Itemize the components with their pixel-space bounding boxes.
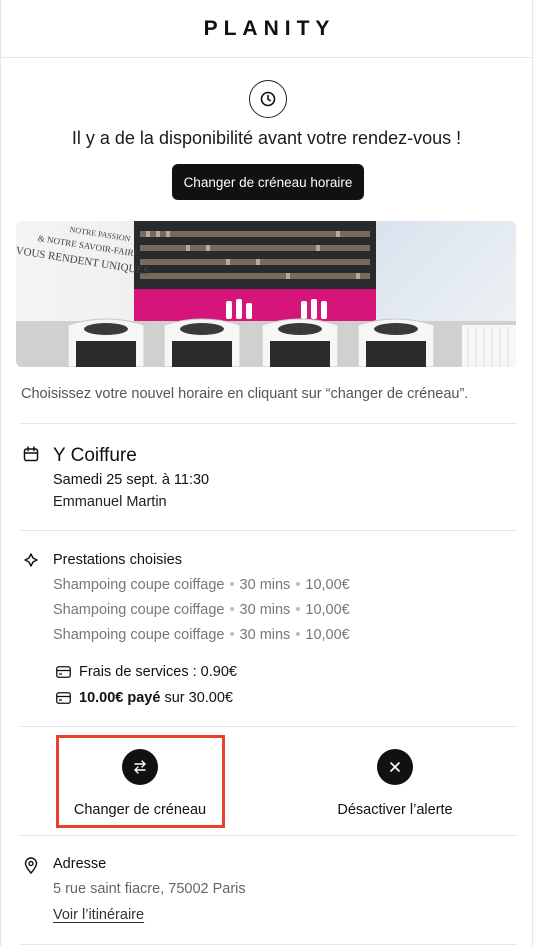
close-icon[interactable] — [377, 749, 413, 785]
directions-link[interactable]: Voir l’itinéraire — [53, 907, 144, 923]
credit-card-icon — [56, 692, 71, 704]
app-header: PLANITY — [0, 0, 533, 58]
service-row: Shampoing coupe coiffage • 30 mins • 10,00€ — [53, 627, 350, 643]
service-duration: 30 mins — [239, 602, 291, 618]
service-price: 10,00€ — [305, 627, 350, 643]
disable-alert-label[interactable]: Désactiver l’alerte — [337, 802, 452, 818]
map-pin-icon — [22, 856, 40, 874]
divider — [20, 944, 517, 945]
appointment-staff: Emmanuel Martin — [53, 494, 167, 510]
services-title: Prestations choisies — [53, 552, 182, 568]
service-row: Shampoing coupe coiffage • 30 mins • 10,00€ — [53, 602, 350, 618]
salon-photo: NOTRE PASSION & NOTRE SAVOIR-FAIRE VOUS … — [16, 221, 516, 367]
paid-total: sur 30.00€ — [164, 690, 233, 706]
paid-amount: 10.00€ payé — [79, 690, 161, 706]
disable-alert-action[interactable]: Désactiver l’alerte — [315, 749, 475, 818]
service-duration: 30 mins — [239, 627, 291, 643]
highlight-box — [56, 735, 225, 828]
change-slot-hint: Choisissez votre nouvel horaire en cliqu… — [21, 386, 469, 402]
service-name: Shampoing coupe coiffage — [53, 627, 225, 643]
service-price: 10,00€ — [305, 602, 350, 618]
availability-headline: Il y a de la disponibilité avant votre r… — [71, 128, 462, 148]
salon-name: Y Coiffure — [53, 445, 137, 466]
divider — [20, 726, 517, 727]
divider — [20, 530, 517, 531]
divider — [20, 835, 517, 836]
change-slot-button[interactable]: Changer de créneau horaire — [172, 164, 364, 200]
calendar-icon — [22, 445, 40, 463]
clock-icon — [249, 80, 287, 118]
service-duration: 30 mins — [239, 577, 291, 593]
appointment-date: Samedi 25 sept. à 11:30 — [53, 472, 210, 488]
service-fees: Frais de services : 0.90€ — [79, 664, 237, 680]
service-fees-row: Frais de services : 0.90€ — [56, 664, 237, 680]
brand-logo[interactable]: PLANITY — [198, 17, 336, 41]
sparkle-icon — [23, 552, 39, 568]
service-price: 10,00€ — [305, 577, 350, 593]
payment-row: 10.00€ payé sur 30.00€ — [56, 690, 233, 706]
credit-card-icon — [56, 666, 71, 678]
service-name: Shampoing coupe coiffage — [53, 577, 225, 593]
address-line: 5 rue saint fiacre, 75002 Paris — [53, 881, 246, 897]
service-name: Shampoing coupe coiffage — [53, 602, 225, 618]
address-title: Adresse — [53, 856, 107, 872]
divider — [20, 423, 517, 424]
service-row: Shampoing coupe coiffage • 30 mins • 10,00€ — [53, 577, 350, 593]
